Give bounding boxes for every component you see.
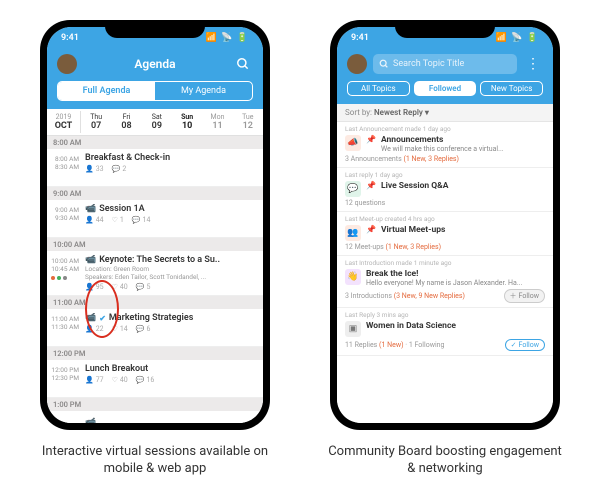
left-caption: Interactive virtual sessions available o… — [35, 444, 275, 478]
board-item-ice[interactable]: Last Introduction made 1 minute ago 👋 Br… — [337, 256, 553, 308]
board-list[interactable]: Last Announcement made 1 day ago 📣 📌 Ann… — [337, 122, 553, 423]
follow-button[interactable]: ＋Follow — [504, 289, 545, 303]
board-item-women[interactable]: Last Reply 3 mins ago ▣ Women in Data Sc… — [337, 308, 553, 356]
status-icons: 📶 📡 🔋 — [206, 33, 249, 43]
date-month: 2019 OCT — [47, 111, 81, 133]
date-day[interactable]: Tue12 — [233, 111, 263, 133]
board-item-meetups[interactable]: Last Meet-up created 4 hrs ago 👥 📌 Virtu… — [337, 212, 553, 256]
status-time: 9:41 — [351, 33, 369, 43]
topic-icon: ▣ — [345, 321, 361, 337]
board-tabs: All Topics Followed New Topics — [347, 81, 543, 96]
new-topics-tab[interactable]: New Topics — [480, 81, 543, 96]
megaphone-icon: 📣 — [345, 135, 361, 151]
date-strip[interactable]: 2019 OCT Thu07 Fri08 Sat09 Sun10 Mon11 T… — [47, 109, 263, 136]
user-avatar[interactable] — [347, 54, 367, 74]
time-header: 9:00 AM — [47, 187, 263, 200]
video-icon: 📹 — [85, 255, 96, 265]
status-time: 9:41 — [61, 33, 79, 43]
date-day[interactable]: Mon11 — [202, 111, 232, 133]
session-1a[interactable]: 9:00 AM9:30 AM 📹Session 1A 👤 44 ♡ 1 💬 14 — [47, 200, 263, 238]
verified-icon: ✔ — [99, 314, 106, 323]
comment-icon: 💬 2 — [112, 165, 127, 173]
date-day[interactable]: Fri08 — [111, 111, 141, 133]
board-screen: 9:41 📶 📡 🔋 Search Topic Title ⋮ All Topi… — [337, 27, 553, 423]
search-icon[interactable] — [233, 54, 253, 74]
agenda-phone-column: 9:41 📶 📡 🔋 Agenda Full Agenda My Agenda — [35, 20, 275, 478]
wave-icon: 👋 — [345, 269, 361, 285]
video-icon: 📹 — [85, 418, 96, 423]
time-header: 1:00 PM — [47, 398, 263, 411]
date-day-selected[interactable]: Sun10 — [172, 111, 202, 133]
video-icon: 📹 — [85, 313, 96, 323]
time-header: 12:00 PM — [47, 347, 263, 360]
agenda-phone-frame: 9:41 📶 📡 🔋 Agenda Full Agenda My Agenda — [40, 20, 270, 430]
session-partial[interactable]: 📹 — [47, 411, 263, 423]
agenda-header: Agenda Full Agenda My Agenda — [47, 49, 263, 109]
people-icon: 👥 — [345, 225, 361, 241]
attendees-icon: 👤 33 — [85, 165, 104, 173]
sort-row[interactable]: Sort by: Newest Reply ▾ — [337, 104, 553, 122]
my-agenda-tab[interactable]: My Agenda — [155, 82, 252, 100]
board-phone-frame: 9:41 📶 📡 🔋 Search Topic Title ⋮ All Topi… — [330, 20, 560, 430]
chevron-down-icon: ▾ — [425, 108, 429, 117]
session-marketing[interactable]: 11:00 AM11:30 AM 📹✔Marketing Strategies … — [47, 309, 263, 347]
date-day[interactable]: Sat09 — [142, 111, 172, 133]
board-item-qna[interactable]: Last reply 1 day ago 💬 📌 Live Session Q&… — [337, 168, 553, 212]
date-day[interactable]: Thu07 — [81, 111, 111, 133]
follow-button[interactable]: ✓ Follow — [505, 339, 545, 351]
board-header: Search Topic Title ⋮ All Topics Followed… — [337, 49, 553, 104]
agenda-tabs: Full Agenda My Agenda — [57, 81, 253, 101]
status-icons: 📶 📡 🔋 — [496, 33, 539, 43]
agenda-screen: 9:41 📶 📡 🔋 Agenda Full Agenda My Agenda — [47, 27, 263, 423]
video-icon: 📹 — [85, 204, 96, 214]
more-icon[interactable]: ⋮ — [523, 54, 543, 74]
agenda-list[interactable]: 8:00 AM 8:00 AM8:30 AM Breakfast & Check… — [47, 136, 263, 423]
session-lunch[interactable]: 12:00 PM12:30 PM Lunch Breakout 👤 77 ♡ 4… — [47, 360, 263, 398]
user-avatar[interactable] — [57, 54, 77, 74]
all-topics-tab[interactable]: All Topics — [347, 81, 410, 96]
time-header: 10:00 AM — [47, 238, 263, 251]
time-header: 11:00 AM — [47, 296, 263, 309]
right-caption: Community Board boosting engagement & ne… — [325, 444, 565, 478]
followed-tab[interactable]: Followed — [414, 81, 477, 96]
pin-icon: 📌 — [366, 135, 376, 144]
full-agenda-tab[interactable]: Full Agenda — [58, 82, 155, 100]
time-header: 8:00 AM — [47, 136, 263, 149]
pin-icon: 📌 — [366, 225, 376, 234]
session-breakfast[interactable]: 8:00 AM8:30 AM Breakfast & Check-in 👤 33… — [47, 149, 263, 187]
phone-notch-icon — [395, 20, 495, 38]
session-keynote[interactable]: 10:00 AM10:45 AM 📹Keynote: The Secrets t… — [47, 251, 263, 296]
chat-icon: 💬 — [345, 181, 361, 197]
board-item-announcements[interactable]: Last Announcement made 1 day ago 📣 📌 Ann… — [337, 122, 553, 168]
phone-notch-icon — [105, 20, 205, 38]
agenda-title: Agenda — [77, 57, 233, 71]
search-input[interactable]: Search Topic Title — [373, 54, 517, 74]
pin-icon: 📌 — [366, 181, 376, 190]
board-phone-column: 9:41 📶 📡 🔋 Search Topic Title ⋮ All Topi… — [325, 20, 565, 478]
